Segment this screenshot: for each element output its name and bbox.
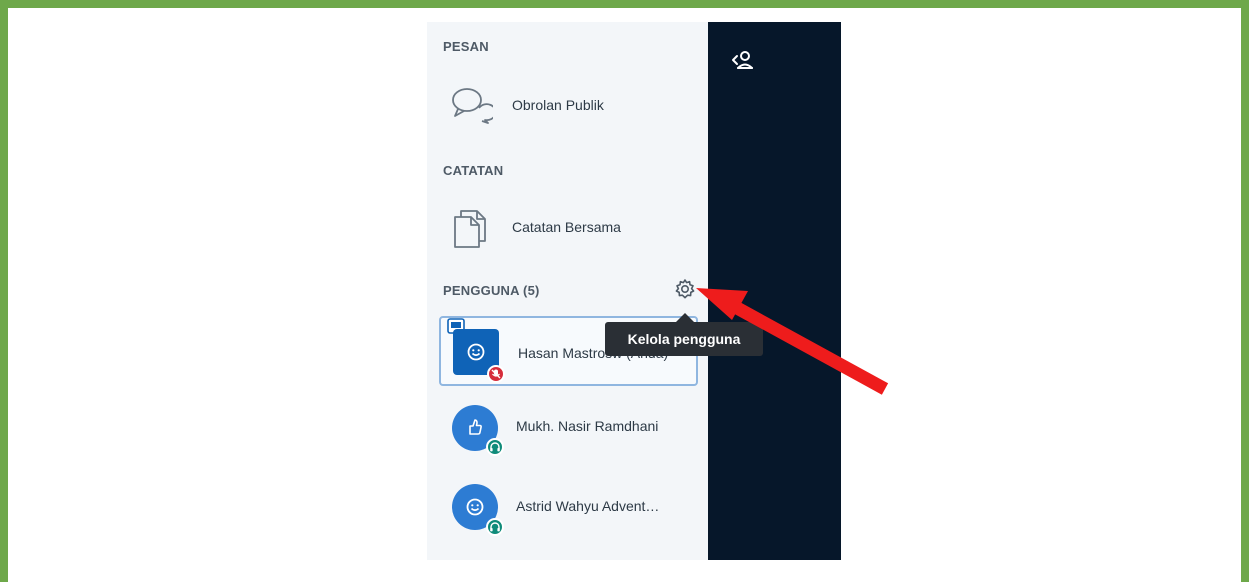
annotation-arrow	[696, 288, 889, 395]
